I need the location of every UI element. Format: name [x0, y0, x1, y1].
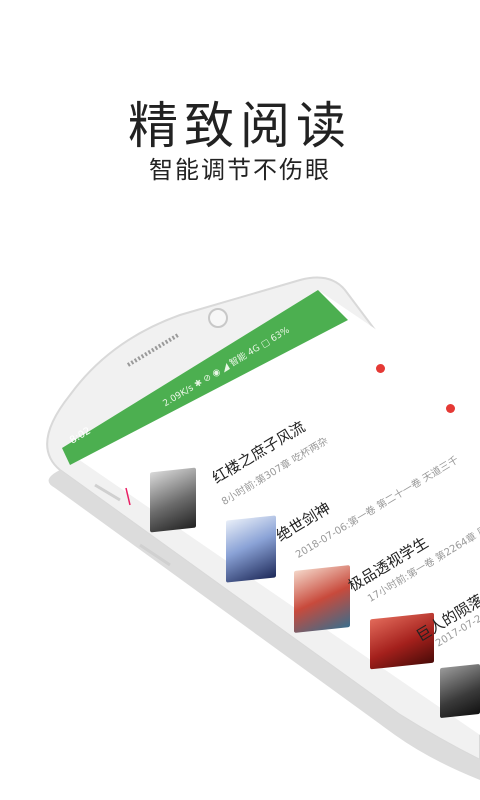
unread-dot — [446, 404, 455, 413]
unread-dot — [376, 364, 385, 373]
book-cover[interactable] — [440, 663, 480, 719]
book-cover[interactable] — [226, 515, 276, 583]
phone-mockup: 8:02 2.09K/s ✱ ⊘ ◉ ◢ 智能 4G ▢ 63% 书架 书城 发… — [0, 0, 480, 800]
book-cover[interactable] — [294, 565, 350, 633]
book-cover[interactable] — [150, 467, 196, 533]
